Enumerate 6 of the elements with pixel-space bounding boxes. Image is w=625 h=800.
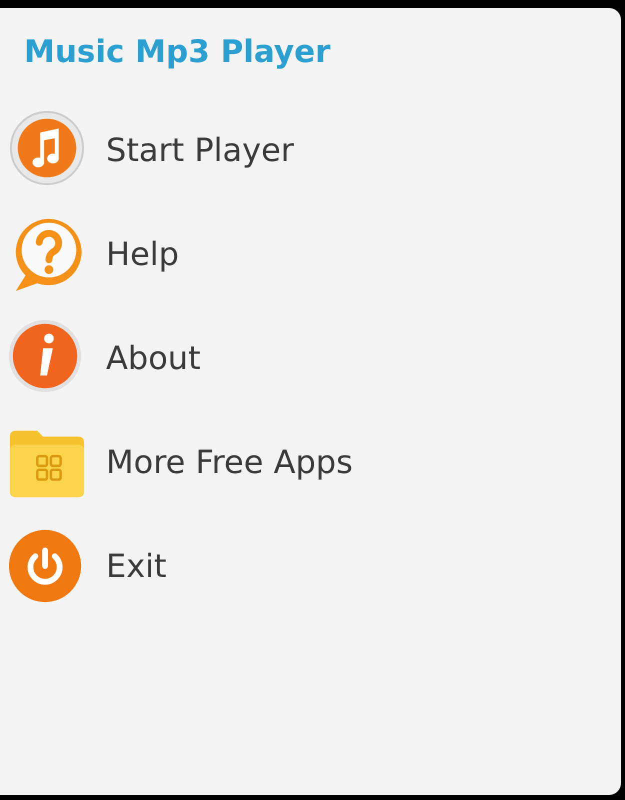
menu-item[interactable]: Exit — [106, 547, 167, 585]
app-title: Music Mp3 Player — [23, 33, 332, 72]
menu-item[interactable]: Start Player — [106, 131, 294, 169]
menu-item[interactable]: More Free Apps — [106, 443, 353, 481]
menu-item[interactable]: About — [106, 339, 201, 377]
menu-item[interactable]: Help — [106, 235, 179, 273]
